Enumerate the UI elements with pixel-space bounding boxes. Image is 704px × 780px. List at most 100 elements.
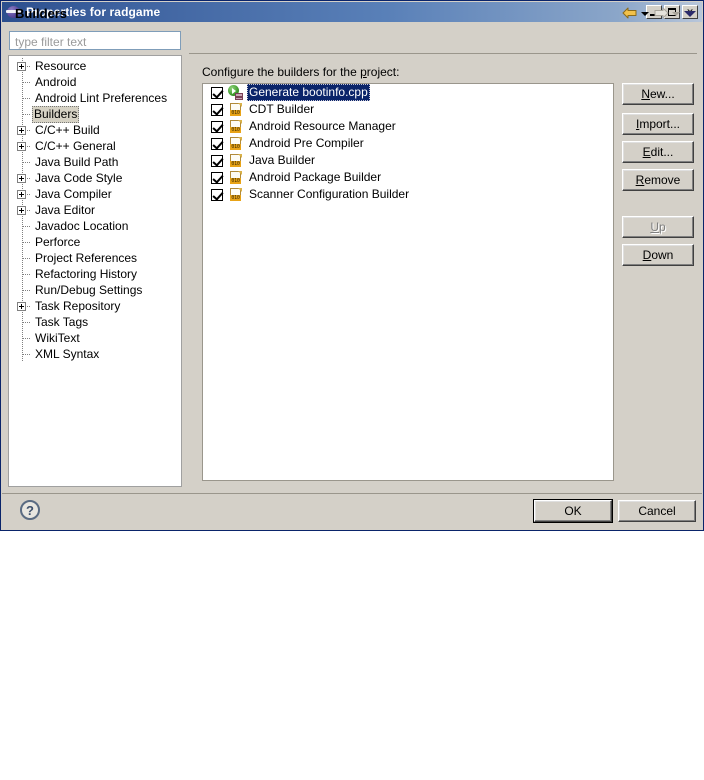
builder-label: Java Builder (249, 153, 316, 167)
sidebar-item-android-lint-preferences[interactable]: Android Lint Preferences (9, 90, 181, 106)
sidebar-item-xml-syntax[interactable]: XML Syntax (9, 346, 181, 362)
edit-button[interactable]: Edit... (622, 141, 694, 163)
sidebar-item-label: Java Compiler (35, 186, 112, 201)
builder-row[interactable]: 010 Scanner Configuration Builder (203, 186, 613, 203)
run-program-icon (228, 85, 243, 100)
tree-tick-line (23, 82, 30, 83)
sidebar-item-resource[interactable]: Resource (9, 58, 181, 74)
sidebar-item-label: Run/Debug Settings (35, 282, 143, 297)
remove-button[interactable]: Remove (622, 169, 694, 191)
builder-checkbox[interactable] (211, 171, 223, 184)
tree-tick-line (23, 114, 30, 115)
sidebar-item-javadoc-location[interactable]: Javadoc Location (9, 218, 181, 234)
dialog-titlebar: Properties for radgame ✕ (2, 2, 702, 22)
sidebar-item-label: Task Repository (35, 298, 121, 313)
builder-icon-text: 010 (230, 127, 241, 133)
builder-row[interactable]: 010 Android Pre Compiler (203, 135, 613, 152)
builder-icon-text: 010 (230, 195, 241, 201)
tree-tick-line (23, 354, 30, 355)
forward-arrow-icon (653, 6, 669, 20)
builder-doc-icon: 010 (228, 153, 243, 168)
sidebar-item-run-debug-settings[interactable]: Run/Debug Settings (9, 282, 181, 298)
sidebar-item-label: Android (35, 74, 77, 89)
builder-row[interactable]: Generate bootinfo.cpp (203, 84, 613, 101)
builder-icon-text: 010 (230, 110, 241, 116)
tree-tick-line (23, 290, 30, 291)
down-button[interactable]: Down (622, 244, 694, 266)
tree-expand-icon[interactable] (17, 206, 26, 215)
builder-checkbox[interactable] (211, 154, 223, 167)
button-label: Remove (635, 173, 681, 187)
builder-checkbox[interactable] (211, 120, 223, 133)
builder-checkbox[interactable] (211, 103, 223, 116)
tree-expand-icon[interactable] (17, 142, 26, 151)
screen-root: Properties for radgame ✕ ResourceAndroid… (0, 0, 704, 780)
builder-label: Generate bootinfo.cpp (247, 84, 370, 101)
sidebar-item-label: XML Syntax (35, 346, 100, 361)
new-button[interactable]: New... (622, 83, 694, 105)
help-icon[interactable]: ? (20, 500, 40, 520)
cancel-button[interactable]: Cancel (618, 500, 696, 522)
sidebar-item-java-code-style[interactable]: Java Code Style (9, 170, 181, 186)
sidebar-item-android[interactable]: Android (9, 74, 181, 90)
builder-icon-text: 010 (230, 178, 241, 184)
builder-row[interactable]: 010 Android Resource Manager (203, 118, 613, 135)
builder-checkbox[interactable] (211, 137, 223, 150)
builder-label: CDT Builder (249, 102, 315, 116)
button-label: Up (650, 220, 666, 234)
sidebar-item-label: Java Editor (35, 202, 96, 217)
sidebar-item-builders[interactable]: Builders (9, 105, 181, 123)
sidebar-item-task-repository[interactable]: Task Repository (9, 298, 181, 314)
ok-button[interactable]: OK (533, 499, 613, 523)
settings-tree[interactable]: Resource Android Android Lint Preferences B… (8, 55, 182, 487)
tree-expand-icon[interactable] (17, 126, 26, 135)
builders-list[interactable]: Generate bootinfo.cpp 010 CDT Builder 010 An… (202, 83, 614, 481)
page-title: Builders (15, 6, 68, 21)
forward-history-caret-icon (672, 9, 681, 18)
builder-checkbox[interactable] (211, 86, 223, 99)
tree-expand-icon[interactable] (17, 190, 26, 199)
tree-expand-icon[interactable] (17, 62, 26, 71)
builder-label: Scanner Configuration Builder (249, 187, 410, 201)
sidebar-item-task-tags[interactable]: Task Tags (9, 314, 181, 330)
builder-row[interactable]: 010 Android Package Builder (203, 169, 613, 186)
search-input[interactable] (9, 31, 181, 50)
button-label: New... (641, 87, 675, 101)
builder-doc-icon: 010 (228, 102, 243, 117)
button-label: Edit... (642, 145, 674, 159)
view-menu-caret-icon[interactable] (684, 7, 697, 20)
sidebar-item-label: Resource (35, 58, 87, 73)
back-arrow-icon[interactable] (622, 6, 638, 20)
sidebar-item-refactoring-history[interactable]: Refactoring History (9, 266, 181, 282)
sidebar-item-label: Task Tags (35, 314, 89, 329)
content-header (189, 27, 697, 54)
tree-tick-line (23, 242, 30, 243)
builder-label: Android Pre Compiler (249, 136, 364, 150)
footer-divider (2, 493, 702, 494)
tree-expand-icon[interactable] (17, 302, 26, 311)
builder-doc-icon: 010 (228, 119, 243, 134)
builder-row[interactable]: 010 Java Builder (203, 152, 613, 169)
tree-tick-line (23, 274, 30, 275)
sidebar-item-java-compiler[interactable]: Java Compiler (9, 186, 181, 202)
builder-label: Android Package Builder (249, 170, 382, 184)
builder-icon-text: 010 (230, 161, 241, 167)
back-history-caret-icon[interactable] (641, 9, 650, 18)
tree-expand-icon[interactable] (17, 174, 26, 183)
sidebar-item-label: Java Build Path (35, 154, 119, 169)
sidebar-item-c-c-general[interactable]: C/C++ General (9, 138, 181, 154)
sidebar-item-java-build-path[interactable]: Java Build Path (9, 154, 181, 170)
sidebar-item-label: Refactoring History (35, 266, 138, 281)
tree-tick-line (23, 258, 30, 259)
sidebar-item-java-editor[interactable]: Java Editor (9, 202, 181, 218)
sidebar-item-c-c-build[interactable]: C/C++ Build (9, 122, 181, 138)
builder-checkbox[interactable] (211, 188, 223, 201)
import-button[interactable]: Import... (622, 113, 694, 135)
tree-tick-line (23, 98, 30, 99)
sidebar-item-label: Perforce (35, 234, 81, 249)
sidebar-item-label: Builders (32, 105, 80, 123)
sidebar-item-wikitext[interactable]: WikiText (9, 330, 181, 346)
sidebar-item-perforce[interactable]: Perforce (9, 234, 181, 250)
sidebar-item-project-references[interactable]: Project References (9, 250, 181, 266)
builder-row[interactable]: 010 CDT Builder (203, 101, 613, 118)
